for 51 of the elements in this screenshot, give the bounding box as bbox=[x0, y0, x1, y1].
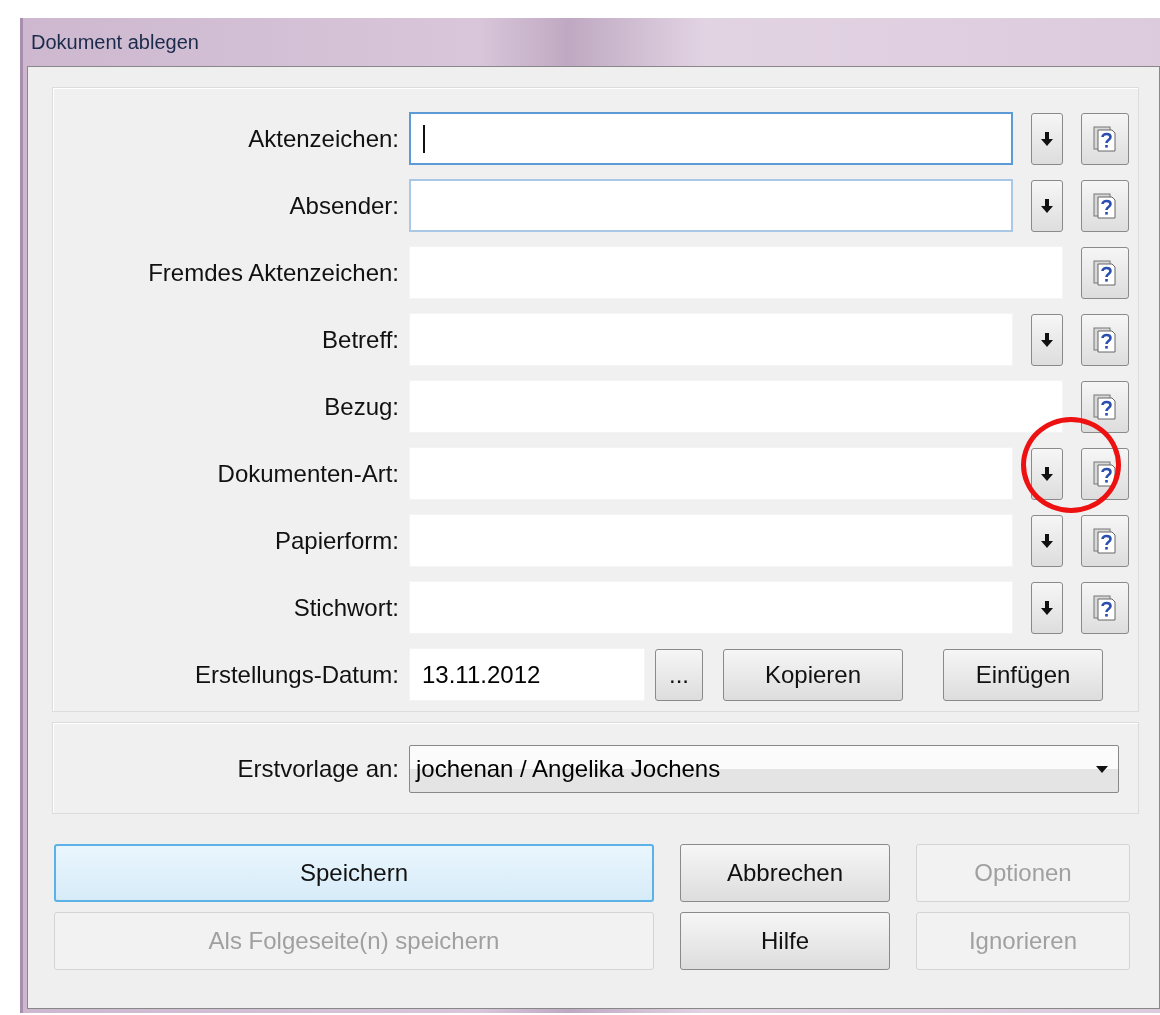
help-button[interactable] bbox=[1081, 313, 1129, 366]
copy-button[interactable]: Kopieren bbox=[723, 648, 903, 701]
help-document-icon bbox=[1092, 124, 1118, 153]
help-document-icon bbox=[1092, 392, 1118, 421]
dialog-button[interactable]: Abbrechen bbox=[680, 844, 890, 902]
dropdown-button[interactable] bbox=[1031, 447, 1063, 500]
field-label: Betreff: bbox=[321, 325, 399, 354]
input-field[interactable] bbox=[409, 179, 1013, 232]
field-label: Absender: bbox=[288, 191, 399, 220]
help-document-icon bbox=[1092, 325, 1118, 354]
paste-button[interactable]: Einfügen bbox=[943, 648, 1103, 701]
help-document-icon bbox=[1092, 258, 1118, 287]
field-label: Dokumenten-Art: bbox=[216, 459, 399, 488]
down-arrow-icon bbox=[1041, 532, 1053, 549]
down-arrow-icon bbox=[1041, 130, 1053, 147]
help-button[interactable] bbox=[1081, 246, 1129, 299]
help-document-icon bbox=[1092, 526, 1118, 555]
dropdown-button[interactable] bbox=[1031, 514, 1063, 567]
help-document-icon bbox=[1092, 593, 1118, 622]
recipient-dropdown[interactable]: jochenan / Angelika Jochens bbox=[409, 745, 1119, 793]
down-arrow-icon bbox=[1041, 465, 1053, 482]
help-button[interactable] bbox=[1081, 447, 1129, 500]
down-arrow-icon bbox=[1041, 599, 1053, 616]
dropdown-button[interactable] bbox=[1031, 581, 1063, 634]
help-button[interactable] bbox=[1081, 581, 1129, 634]
date-field[interactable]: 13.11.2012 bbox=[409, 648, 645, 701]
window-title: Dokument ablegen bbox=[31, 30, 199, 54]
dropdown-button[interactable] bbox=[1031, 112, 1063, 165]
help-document-icon bbox=[1092, 459, 1118, 488]
field-label: Stichwort: bbox=[292, 593, 399, 622]
dropdown-button[interactable] bbox=[1031, 179, 1063, 232]
help-button[interactable] bbox=[1081, 514, 1129, 567]
field-label: Erstellungs-Datum: bbox=[193, 660, 399, 689]
dropdown-button[interactable] bbox=[1031, 313, 1063, 366]
input-field[interactable] bbox=[409, 112, 1013, 165]
help-document-icon bbox=[1092, 191, 1118, 220]
down-arrow-icon bbox=[1041, 331, 1053, 348]
help-button[interactable] bbox=[1081, 112, 1129, 165]
down-arrow-icon bbox=[1041, 197, 1053, 214]
help-button[interactable] bbox=[1081, 380, 1129, 433]
help-button[interactable] bbox=[1081, 179, 1129, 232]
field-label: Papierform: bbox=[273, 526, 399, 555]
dropdown-caret-icon bbox=[1096, 765, 1108, 773]
field-label: Erstvorlage an: bbox=[236, 755, 399, 783]
text-cursor bbox=[423, 124, 425, 153]
dialog-button[interactable]: Speichern bbox=[54, 844, 654, 902]
field-label: Aktenzeichen: bbox=[247, 124, 399, 153]
date-picker-button[interactable]: ... bbox=[655, 648, 703, 701]
field-label: Fremdes Aktenzeichen: bbox=[147, 258, 399, 287]
dialog-button[interactable]: Hilfe bbox=[680, 912, 890, 970]
field-label: Bezug: bbox=[323, 392, 399, 421]
